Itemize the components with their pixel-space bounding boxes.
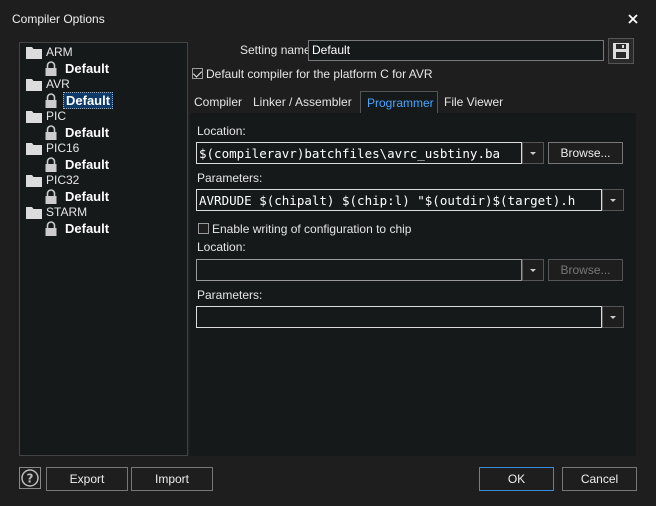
help-button[interactable]: ? xyxy=(19,467,41,489)
tab-compiler[interactable]: Compiler xyxy=(192,91,248,113)
cancel-button[interactable]: Cancel xyxy=(562,467,637,491)
tree-node-label: PIC16 xyxy=(46,141,80,155)
default-compiler-checkbox[interactable] xyxy=(192,68,203,79)
tree-leaf-label: Default xyxy=(65,124,110,140)
lock-icon xyxy=(45,60,57,76)
folder-icon xyxy=(26,46,42,59)
tree-node-pic16[interactable]: PIC16 xyxy=(26,140,79,156)
tree-leaf-label: Default xyxy=(65,60,110,76)
tab-linker-assembler[interactable]: Linker / Assembler xyxy=(251,91,359,113)
folder-icon xyxy=(26,78,42,91)
folder-icon xyxy=(26,174,42,187)
tree-leaf-label: Default xyxy=(65,156,110,172)
export-button[interactable]: Export xyxy=(46,467,128,491)
tree-node-pic32[interactable]: PIC32 xyxy=(26,172,79,188)
svg-text:?: ? xyxy=(27,472,34,486)
floppy-disk-icon xyxy=(613,43,629,59)
tab-file-viewer[interactable]: File Viewer xyxy=(442,91,516,113)
tree-node-arm[interactable]: ARM xyxy=(26,44,73,60)
config-location-label: Location: xyxy=(197,240,246,254)
tree-leaf-label: Default xyxy=(65,220,110,236)
tree-node-avr[interactable]: AVR xyxy=(26,76,70,92)
tab-bar: Compiler Linker / Assembler Programmer F… xyxy=(192,91,636,113)
config-parameters-input[interactable] xyxy=(196,306,602,328)
setting-name-label: Setting name: xyxy=(240,43,315,57)
save-button[interactable] xyxy=(608,38,634,64)
compiler-tree[interactable]: ARM Default AVR Default PIC Default PIC1… xyxy=(19,42,188,456)
config-location-combo[interactable] xyxy=(196,259,544,281)
tree-leaf-arm-default[interactable]: Default xyxy=(44,60,111,76)
tree-leaf-pic32-default[interactable]: Default xyxy=(44,188,111,204)
location-combo[interactable]: $(compileravr)batchfiles\avrc_usbtiny.ba xyxy=(196,142,544,164)
chevron-down-icon[interactable] xyxy=(522,259,544,281)
tree-node-label: AVR xyxy=(46,77,70,91)
import-button[interactable]: Import xyxy=(131,467,213,491)
programmer-panel xyxy=(190,113,636,456)
tree-node-label: STARM xyxy=(46,205,88,219)
folder-icon xyxy=(26,110,42,123)
config-browse-button[interactable]: Browse... xyxy=(548,259,623,281)
tab-programmer[interactable]: Programmer xyxy=(360,91,438,113)
parameters-input[interactable]: AVRDUDE $(chipalt) $(chip:l) "$(outdir)$… xyxy=(196,189,602,211)
tree-leaf-pic-default[interactable]: Default xyxy=(44,124,111,140)
location-label: Location: xyxy=(197,124,246,138)
default-compiler-label: Default compiler for the platform C for … xyxy=(206,67,433,81)
tree-leaf-label: Default xyxy=(63,91,114,109)
tree-leaf-label: Default xyxy=(65,188,110,204)
config-parameters-combo[interactable] xyxy=(196,306,624,328)
window-title: Compiler Options xyxy=(12,12,105,26)
tree-node-starm[interactable]: STARM xyxy=(26,204,87,220)
lock-icon xyxy=(45,188,57,204)
tree-node-pic[interactable]: PIC xyxy=(26,108,66,124)
location-browse-button[interactable]: Browse... xyxy=(548,142,623,164)
tree-leaf-avr-default[interactable]: Default xyxy=(44,91,114,109)
config-location-input[interactable] xyxy=(196,259,522,281)
chevron-down-icon[interactable] xyxy=(602,306,624,328)
title-bar: Compiler Options xyxy=(0,0,656,38)
help-icon: ? xyxy=(21,469,39,487)
chevron-down-icon[interactable] xyxy=(602,189,624,211)
ok-button[interactable]: OK xyxy=(479,467,554,491)
tree-node-label: ARM xyxy=(46,45,73,59)
tree-leaf-starm-default[interactable]: Default xyxy=(44,220,111,236)
config-parameters-label: Parameters: xyxy=(197,288,263,302)
close-icon[interactable] xyxy=(622,8,644,30)
lock-icon xyxy=(45,92,57,108)
lock-icon xyxy=(45,220,57,236)
setting-name-input[interactable]: Default xyxy=(308,40,604,61)
folder-icon xyxy=(26,142,42,155)
chevron-down-icon[interactable] xyxy=(522,142,544,164)
tree-leaf-pic16-default[interactable]: Default xyxy=(44,156,111,172)
parameters-label: Parameters: xyxy=(197,171,263,185)
tree-node-label: PIC32 xyxy=(46,173,80,187)
lock-icon xyxy=(45,156,57,172)
tree-node-label: PIC xyxy=(46,109,67,123)
lock-icon xyxy=(45,124,57,140)
folder-icon xyxy=(26,206,42,219)
location-input[interactable]: $(compileravr)batchfiles\avrc_usbtiny.ba xyxy=(196,142,522,164)
parameters-combo[interactable]: AVRDUDE $(chipalt) $(chip:l) "$(outdir)$… xyxy=(196,189,624,211)
enable-config-label: Enable writing of configuration to chip xyxy=(212,222,412,236)
enable-config-checkbox[interactable] xyxy=(198,223,209,234)
